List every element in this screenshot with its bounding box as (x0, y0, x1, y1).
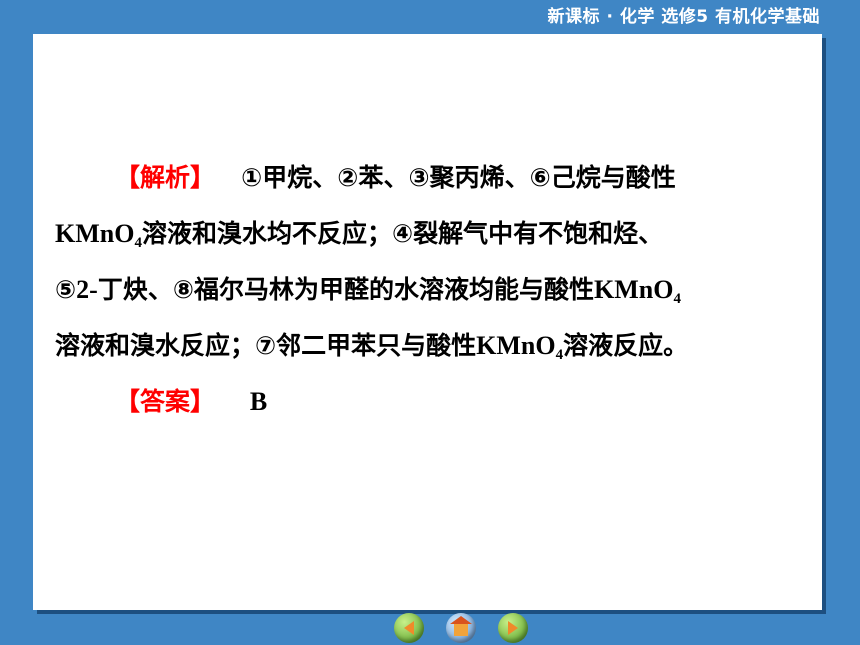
next-button[interactable] (498, 613, 528, 643)
formula-subscript: 4 (134, 235, 142, 251)
answer-label: 【答案】 (115, 387, 216, 416)
analysis-line-3: ⑤2-丁炔、⑧福尔马林为甲醛的水溶液均能与酸性KMnO4 (55, 262, 805, 318)
analysis-label: 【解析】 (115, 163, 216, 192)
home-icon (450, 616, 472, 636)
analysis-text-3b: 2- (76, 275, 98, 304)
analysis-text-4a: 溶液和溴水反应；⑦邻二甲苯只与酸性 (55, 331, 477, 360)
content-panel: 【解析】 ①甲烷、②苯、③聚丙烯、⑥己烷与酸性 KMnO4溶液和溴水均不反应；④… (33, 34, 822, 610)
analysis-content: 【解析】 ①甲烷、②苯、③聚丙烯、⑥己烷与酸性 KMnO4溶液和溴水均不反应；④… (55, 150, 805, 430)
formula-subscript: 4 (555, 347, 564, 363)
formula-kmno4: KMnO (594, 275, 674, 304)
analysis-text-4c: 溶液反应。 (563, 331, 689, 360)
formula-subscript: 4 (673, 291, 681, 307)
header-title: 新课标 · 化学 选修5 有机化学基础 (547, 7, 820, 27)
formula-kmno4: KMnO (476, 331, 556, 360)
prev-arrow-icon (404, 621, 414, 635)
answer-line: 【答案】 B (55, 374, 805, 430)
answer-value: B (249, 387, 268, 416)
analysis-line-4: 溶液和溴水反应；⑦邻二甲苯只与酸性KMnO4溶液反应。 (55, 318, 805, 374)
analysis-text-3a: ⑤ (55, 275, 77, 304)
analysis-text-1: ①甲烷、②苯、③聚丙烯、⑥己烷与酸性 (241, 163, 676, 192)
formula-kmno4: KMnO (55, 219, 135, 248)
next-arrow-icon (508, 621, 518, 635)
analysis-line-1: 【解析】 ①甲烷、②苯、③聚丙烯、⑥己烷与酸性 (55, 150, 805, 206)
prev-button[interactable] (394, 613, 424, 643)
home-button[interactable] (446, 613, 476, 643)
analysis-text-2: 溶液和溴水均不反应；④裂解气中有不饱和烃、 (141, 219, 664, 248)
analysis-text-3c: 丁炔、⑧福尔马林为甲醛的水溶液均能与酸性 (97, 275, 595, 304)
analysis-line-2: KMnO4溶液和溴水均不反应；④裂解气中有不饱和烃、 (55, 206, 805, 262)
nav-bar (394, 613, 528, 643)
